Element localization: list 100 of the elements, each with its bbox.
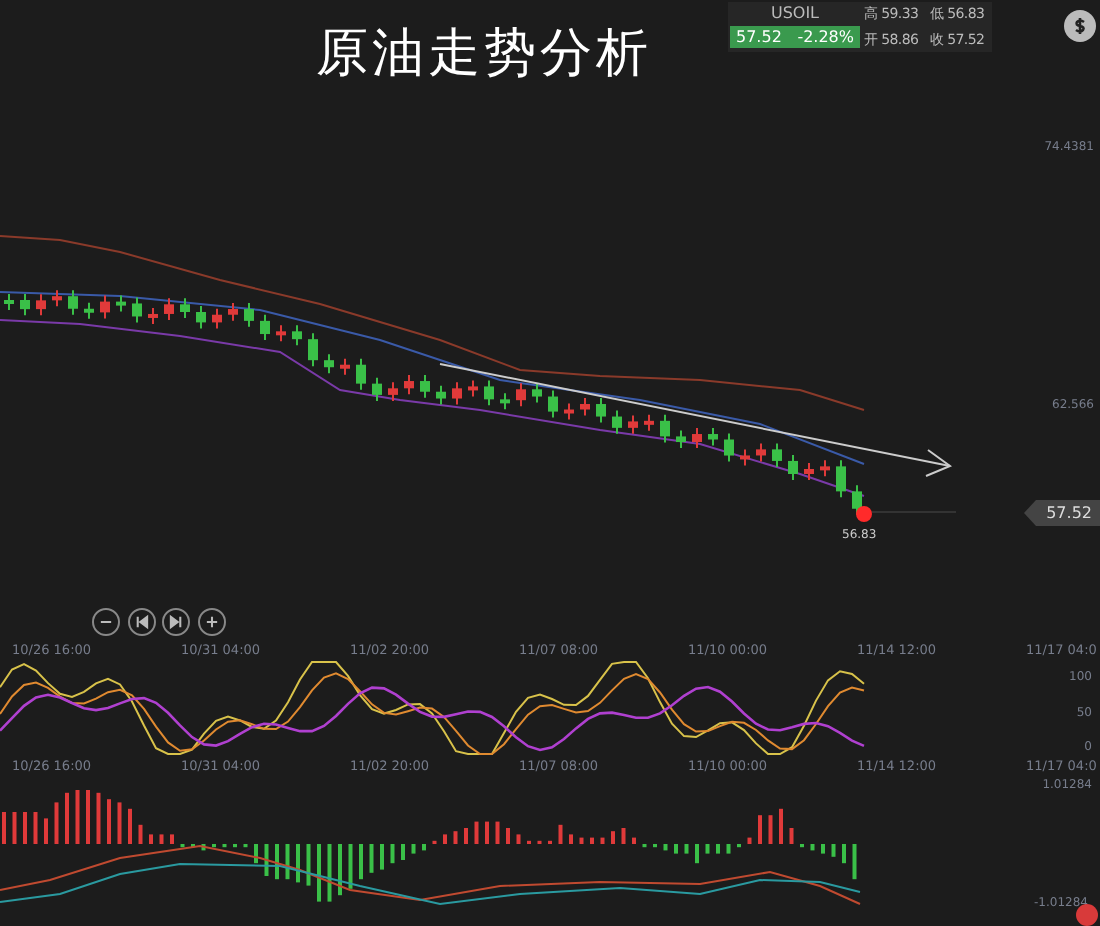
candle bbox=[548, 389, 558, 419]
candle bbox=[420, 374, 430, 399]
candle bbox=[676, 429, 686, 450]
candle bbox=[564, 402, 574, 421]
candle bbox=[660, 413, 670, 444]
candle bbox=[324, 353, 334, 375]
candle bbox=[580, 397, 590, 417]
skip-forward-icon bbox=[169, 615, 182, 629]
candle bbox=[52, 289, 62, 308]
minus-icon bbox=[100, 620, 112, 624]
candle bbox=[340, 357, 350, 376]
candle bbox=[852, 484, 862, 516]
candle bbox=[148, 306, 158, 325]
histogram-bar bbox=[558, 824, 563, 844]
histogram-bar bbox=[789, 828, 794, 844]
histogram-bar bbox=[33, 812, 38, 844]
candle bbox=[68, 289, 78, 316]
candle bbox=[292, 324, 302, 347]
histogram-bar bbox=[96, 792, 101, 844]
candle bbox=[100, 294, 110, 320]
candle bbox=[724, 432, 734, 463]
candle bbox=[612, 409, 622, 435]
candle bbox=[372, 376, 382, 402]
histogram-bar bbox=[348, 844, 353, 889]
candle bbox=[196, 305, 206, 330]
candle bbox=[596, 397, 606, 424]
candle bbox=[4, 293, 14, 311]
histogram-bar bbox=[75, 790, 80, 844]
histogram-bar bbox=[453, 831, 458, 844]
histogram-bar bbox=[495, 821, 500, 844]
candle bbox=[468, 379, 478, 398]
histogram-bar bbox=[768, 815, 773, 844]
candle bbox=[692, 427, 702, 450]
zoom-out-button[interactable] bbox=[92, 608, 120, 636]
histogram-bar bbox=[138, 824, 143, 844]
change-value: -2.28% bbox=[797, 26, 854, 48]
histogram-bar bbox=[474, 821, 479, 844]
candle bbox=[20, 293, 30, 317]
candle bbox=[388, 381, 398, 402]
histogram-bar bbox=[327, 844, 332, 902]
candle bbox=[164, 297, 174, 321]
candle bbox=[212, 307, 222, 330]
histogram-bar bbox=[579, 837, 584, 844]
candle bbox=[452, 381, 462, 406]
candle bbox=[116, 294, 126, 313]
histogram-bar bbox=[201, 844, 206, 851]
histogram-bar bbox=[369, 844, 374, 873]
candle bbox=[436, 384, 446, 406]
candle bbox=[644, 413, 654, 432]
candle bbox=[132, 296, 142, 324]
candle bbox=[260, 313, 270, 342]
candle bbox=[740, 448, 750, 467]
candle bbox=[36, 293, 46, 317]
candle bbox=[356, 357, 366, 391]
histogram-bar bbox=[810, 844, 815, 851]
symbol-label: USOIL bbox=[768, 2, 822, 26]
histogram-bar bbox=[264, 844, 269, 876]
histogram-bar bbox=[306, 844, 311, 886]
candle bbox=[628, 414, 638, 435]
candle bbox=[84, 301, 94, 320]
histogram-bar bbox=[852, 844, 857, 880]
histogram-bar bbox=[831, 844, 836, 857]
histogram-bar bbox=[390, 844, 395, 864]
plus-icon bbox=[204, 615, 218, 629]
candle bbox=[244, 302, 254, 328]
candle bbox=[404, 374, 414, 396]
candle bbox=[804, 462, 814, 481]
last-price-dot bbox=[856, 506, 872, 522]
skip-forward-button[interactable] bbox=[162, 608, 190, 636]
histogram-bar bbox=[516, 834, 521, 844]
histogram-bar bbox=[411, 844, 416, 854]
candle bbox=[788, 453, 798, 481]
candle bbox=[516, 382, 526, 408]
price-value: 57.52 bbox=[736, 26, 782, 48]
skip-back-button[interactable] bbox=[127, 608, 155, 636]
histogram-bar bbox=[621, 828, 626, 844]
candle bbox=[228, 302, 238, 322]
candle bbox=[756, 442, 766, 463]
histogram-bar bbox=[159, 834, 164, 844]
zoom-in-button[interactable] bbox=[197, 608, 225, 636]
candle bbox=[836, 459, 846, 499]
chart-title: 原油走势分析 bbox=[316, 22, 652, 88]
histogram-bar bbox=[285, 844, 290, 880]
histogram-bar bbox=[663, 844, 668, 851]
candle bbox=[308, 332, 318, 368]
candle bbox=[708, 427, 718, 447]
histogram-bar bbox=[600, 837, 605, 844]
histogram-bar bbox=[54, 802, 59, 844]
histogram-bar bbox=[726, 844, 731, 854]
histogram-bar bbox=[684, 844, 689, 854]
histogram-bar bbox=[117, 802, 122, 844]
histogram-bar bbox=[705, 844, 710, 854]
histogram-bar bbox=[747, 837, 752, 844]
skip-back-icon bbox=[135, 615, 148, 629]
candle bbox=[500, 392, 510, 411]
candle bbox=[484, 379, 494, 407]
candle bbox=[532, 382, 542, 404]
candle bbox=[772, 442, 782, 468]
candle bbox=[180, 297, 190, 319]
last-price-tag: 57.52 bbox=[1024, 500, 1100, 526]
